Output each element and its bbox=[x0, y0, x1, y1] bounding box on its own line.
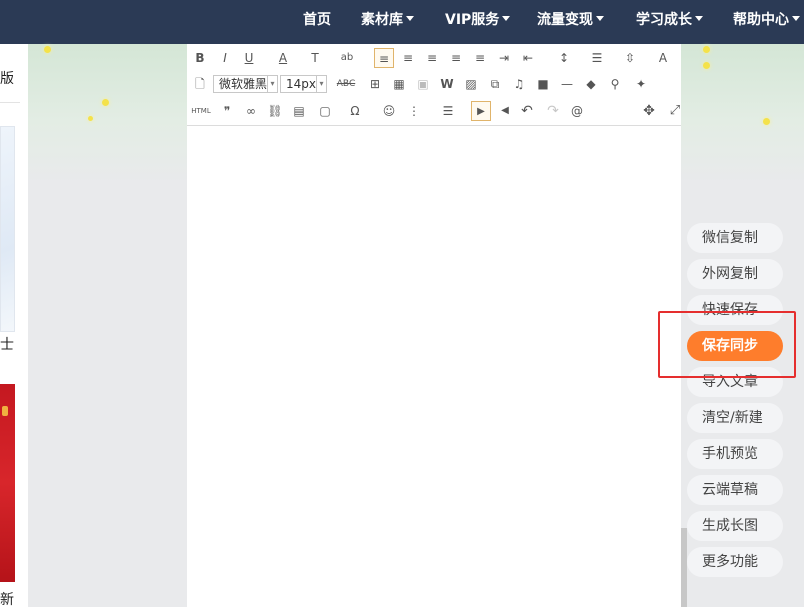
chevron-down-icon bbox=[695, 15, 703, 21]
chevron-down-icon: ▾ bbox=[316, 76, 326, 92]
table-icon[interactable]: ⊞ bbox=[365, 74, 385, 94]
editor-toolbar: B I U A T ab ≡ ≡ ≡ ≡ ≡ ⇥ ⇤ ↕ ☰ ⇳ A 🗋 微软雅… bbox=[187, 44, 681, 126]
wechat-copy-button[interactable]: 微信复制 bbox=[687, 223, 783, 253]
clear-new-button[interactable]: 清空/新建 bbox=[687, 403, 783, 433]
horizontal-rule-icon[interactable]: — bbox=[557, 74, 577, 94]
card-icon[interactable]: ▤ bbox=[289, 101, 309, 121]
video-icon[interactable]: ■ bbox=[533, 74, 553, 94]
image-grid-icon[interactable]: ▦ bbox=[389, 74, 409, 94]
line-height-icon[interactable]: ↕ bbox=[554, 48, 574, 68]
move-icon[interactable]: ✥ bbox=[639, 101, 659, 121]
rich-text-editor: B I U A T ab ≡ ≡ ≡ ≡ ≡ ⇥ ⇤ ↕ ☰ ⇳ A 🗋 微软雅… bbox=[187, 44, 681, 607]
music-icon[interactable]: ♫ bbox=[509, 74, 529, 94]
emoji-icon[interactable]: ☺ bbox=[379, 101, 399, 121]
ordered-list-icon[interactable]: ⋮ bbox=[404, 101, 424, 121]
underline-icon[interactable]: U bbox=[239, 48, 259, 68]
html-source-button[interactable]: HTML bbox=[189, 101, 213, 121]
italic-icon[interactable]: I bbox=[215, 48, 235, 68]
mobile-preview-button[interactable]: 手机预览 bbox=[687, 439, 783, 469]
format-brush-icon[interactable]: ⚲ bbox=[605, 74, 625, 94]
nav-item-vip[interactable]: VIP服务 bbox=[445, 0, 511, 44]
light-dot bbox=[88, 116, 93, 121]
distribute-icon[interactable]: ≡ bbox=[470, 48, 490, 68]
chevron-down-icon bbox=[502, 15, 511, 21]
external-copy-button[interactable]: 外网复制 bbox=[687, 259, 783, 289]
nav-item-materials[interactable]: 素材库 bbox=[361, 0, 414, 44]
align-justify-icon[interactable]: ≡ bbox=[446, 48, 466, 68]
top-nav: 首页 素材库 VIP服务 流量变现 学习成长 帮助中心 bbox=[0, 0, 804, 44]
new-page-icon[interactable]: 🗋 bbox=[190, 74, 210, 94]
highlight-icon[interactable]: ab bbox=[337, 48, 357, 68]
light-dot bbox=[703, 46, 710, 53]
rtl-icon[interactable]: ◀ bbox=[495, 101, 515, 121]
align-left-icon[interactable]: ≡ bbox=[374, 48, 394, 68]
bold-icon[interactable]: B bbox=[190, 48, 210, 68]
left-panel-fragment: 新 bbox=[0, 592, 14, 607]
lantern-icon bbox=[2, 406, 8, 416]
chevron-down-icon: ▾ bbox=[267, 76, 277, 92]
outdent-icon[interactable]: ⇤ bbox=[518, 48, 538, 68]
clear-format-icon[interactable]: A bbox=[653, 48, 673, 68]
image-icon[interactable]: ▨ bbox=[461, 74, 481, 94]
redo-icon[interactable]: ↷ bbox=[543, 101, 563, 121]
font-family-select[interactable]: 微软雅黑 ▾ bbox=[213, 75, 278, 93]
light-dot bbox=[44, 46, 51, 53]
light-dot bbox=[763, 118, 770, 125]
undo-icon[interactable]: ↶ bbox=[517, 101, 537, 121]
fullscreen-icon[interactable]: ⤢ bbox=[665, 101, 685, 121]
paragraph-spacing-icon[interactable]: ☰ bbox=[587, 48, 607, 68]
magic-wand-icon[interactable]: ✦ bbox=[631, 74, 651, 94]
template-icon[interactable]: ▣ bbox=[413, 74, 433, 94]
eraser-icon[interactable]: ◆ bbox=[581, 74, 601, 94]
chevron-down-icon bbox=[792, 15, 800, 21]
nav-item-learning[interactable]: 学习成长 bbox=[636, 0, 703, 44]
align-center-icon[interactable]: ≡ bbox=[398, 48, 418, 68]
link-icon[interactable]: ∞ bbox=[241, 101, 261, 121]
quick-save-button[interactable]: 快速保存 bbox=[687, 295, 783, 325]
chevron-down-icon bbox=[596, 15, 604, 21]
frame-icon[interactable]: ▢ bbox=[315, 101, 335, 121]
background-decoration bbox=[28, 44, 187, 184]
special-char-icon[interactable]: Ω bbox=[345, 101, 365, 121]
light-dot bbox=[102, 99, 109, 106]
background-decoration bbox=[681, 44, 804, 184]
indent-icon[interactable]: ⇥ bbox=[494, 48, 514, 68]
editor-content-area[interactable] bbox=[187, 127, 681, 607]
scrollbar[interactable] bbox=[681, 528, 687, 607]
nav-item-home[interactable]: 首页 bbox=[303, 0, 331, 44]
nav-item-help[interactable]: 帮助中心 bbox=[733, 0, 800, 44]
letter-spacing-icon[interactable]: ⇳ bbox=[620, 48, 640, 68]
unlink-icon[interactable]: ⛓ bbox=[265, 101, 285, 121]
unordered-list-icon[interactable]: ☰ bbox=[438, 101, 458, 121]
strikethrough-icon[interactable]: ABC bbox=[332, 74, 360, 94]
more-functions-button[interactable]: 更多功能 bbox=[687, 547, 783, 577]
align-right-icon[interactable]: ≡ bbox=[422, 48, 442, 68]
divider bbox=[0, 102, 20, 103]
nav-item-monetize[interactable]: 流量变现 bbox=[537, 0, 604, 44]
long-image-button[interactable]: 生成长图 bbox=[687, 511, 783, 541]
left-panel-fragment: 版 bbox=[0, 71, 14, 87]
template-thumbnail[interactable] bbox=[0, 126, 15, 332]
ltr-icon[interactable]: ▶ bbox=[471, 101, 491, 121]
chevron-down-icon bbox=[406, 15, 414, 21]
light-dot bbox=[703, 62, 710, 69]
left-panel: 版 士 新 bbox=[0, 44, 28, 607]
left-panel-fragment: 士 bbox=[0, 337, 14, 353]
quote-icon[interactable]: ❞ bbox=[217, 101, 237, 121]
cloud-draft-button[interactable]: 云端草稿 bbox=[687, 475, 783, 505]
save-sync-button[interactable]: 保存同步 bbox=[687, 331, 783, 361]
multi-image-icon[interactable]: ⧉ bbox=[485, 74, 505, 94]
text-style-icon[interactable]: T bbox=[305, 48, 325, 68]
word-icon[interactable]: W bbox=[437, 74, 457, 94]
template-thumbnail[interactable] bbox=[0, 384, 15, 582]
mention-icon[interactable]: @ bbox=[567, 101, 587, 121]
font-color-icon[interactable]: A bbox=[273, 48, 293, 68]
font-size-select[interactable]: 14px ▾ bbox=[280, 75, 327, 93]
import-article-button[interactable]: 导入文章 bbox=[687, 367, 783, 397]
